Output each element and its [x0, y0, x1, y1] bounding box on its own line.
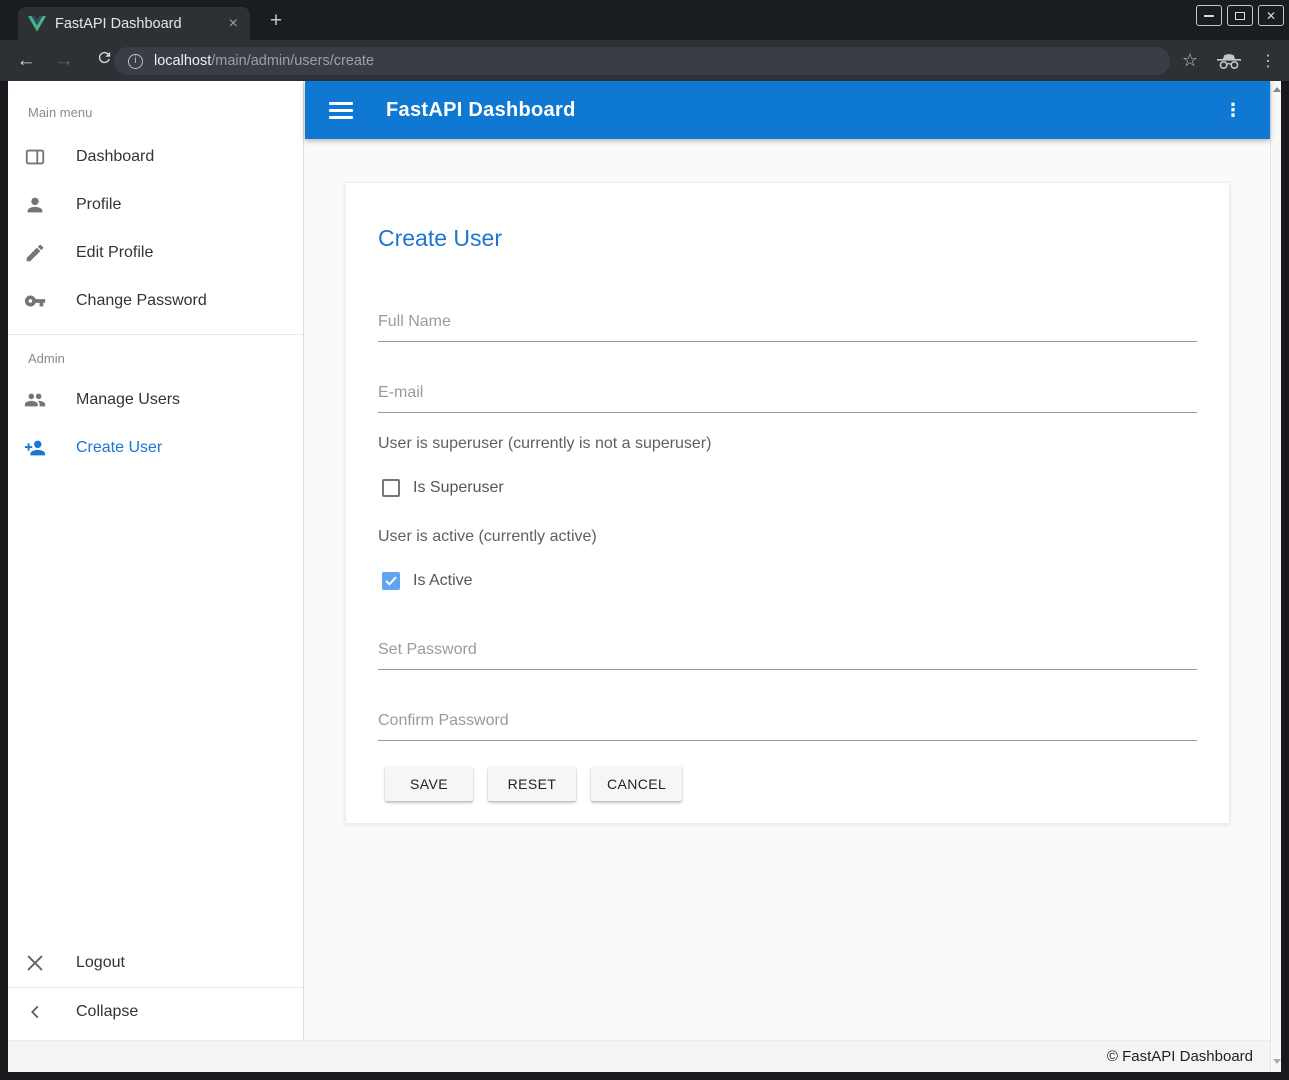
- person-add-icon: [24, 437, 46, 459]
- page-info-icon[interactable]: i: [128, 54, 143, 69]
- content-area: Create User User is superuser (currently…: [305, 139, 1270, 1040]
- sidebar-item-dashboard[interactable]: Dashboard: [8, 133, 303, 181]
- close-button[interactable]: ✕: [1258, 5, 1284, 26]
- app-footer: © FastAPI Dashboard: [8, 1040, 1270, 1072]
- url-text: localhost/main/admin/users/create: [154, 53, 374, 69]
- page-title: Create User: [378, 225, 1197, 252]
- sidebar-item-label: Change Password: [76, 292, 207, 310]
- page-viewport: Main menu Dashboard Profile Edit Profi: [8, 81, 1281, 1072]
- sidebar-section-admin: Admin: [28, 351, 303, 366]
- sidebar-item-manage-users[interactable]: Manage Users: [8, 376, 303, 424]
- minimize-icon: [1204, 15, 1214, 17]
- checkbox-label: Is Superuser: [413, 479, 504, 497]
- bookmark-icon[interactable]: ☆: [1182, 50, 1198, 71]
- sidebar-item-label: Edit Profile: [76, 244, 153, 262]
- vue-logo-icon: [28, 16, 46, 32]
- chevron-left-icon: [24, 1001, 46, 1023]
- url-host: localhost: [154, 53, 211, 69]
- sidebar-item-profile[interactable]: Profile: [8, 181, 303, 229]
- dashboard-icon: [24, 146, 46, 168]
- browser-tab-bar: FastAPI Dashboard × + ✕: [0, 0, 1289, 40]
- email-input[interactable]: [378, 384, 1197, 413]
- app-overflow-menu-icon[interactable]: ⋮: [1224, 100, 1242, 121]
- confirm-password-input[interactable]: [378, 712, 1197, 741]
- cancel-button[interactable]: CANCEL: [591, 767, 682, 801]
- reload-button[interactable]: [92, 49, 116, 72]
- email-field-wrap: [378, 384, 1197, 413]
- is-superuser-checkbox-row[interactable]: Is Superuser: [382, 479, 1197, 497]
- sidebar-item-label: Dashboard: [76, 148, 154, 166]
- form-actions: SAVE RESET CANCEL: [385, 767, 1197, 801]
- sidebar-item-label: Profile: [76, 196, 121, 214]
- sidebar-divider: [8, 334, 303, 335]
- reload-icon: [96, 49, 113, 66]
- scroll-up-icon[interactable]: [1273, 87, 1281, 92]
- new-tab-button[interactable]: +: [262, 8, 290, 36]
- superuser-hint: User is superuser (currently is not a su…: [378, 435, 1197, 453]
- toolbar-actions: ☆ ⋮: [1182, 40, 1276, 81]
- save-button[interactable]: SAVE: [385, 767, 473, 801]
- sidebar-bottom: Logout Collapse: [8, 939, 303, 1036]
- sidebar-item-label: Manage Users: [76, 391, 180, 409]
- browser-tab[interactable]: FastAPI Dashboard ×: [18, 7, 250, 40]
- main-region: FastAPI Dashboard ⋮ Create User User is …: [305, 81, 1270, 1040]
- is-superuser-checkbox[interactable]: [382, 479, 400, 497]
- logout-x-icon: [24, 952, 46, 974]
- is-active-checkbox-row[interactable]: Is Active: [382, 572, 1197, 590]
- incognito-icon: [1217, 52, 1241, 70]
- minimize-button[interactable]: [1196, 5, 1222, 26]
- checkbox-label: Is Active: [413, 572, 473, 590]
- key-icon: [24, 290, 46, 312]
- copyright-text: © FastAPI Dashboard: [1107, 1048, 1253, 1065]
- sidebar-main-group: Dashboard Profile Edit Profile Change Pa…: [8, 133, 303, 325]
- set-password-field-wrap: [378, 641, 1197, 670]
- people-icon: [24, 389, 46, 411]
- back-button[interactable]: ←: [14, 50, 38, 72]
- confirm-password-field-wrap: [378, 712, 1197, 741]
- sidebar-item-logout[interactable]: Logout: [8, 939, 303, 987]
- full-name-input[interactable]: [378, 313, 1197, 342]
- sidebar-item-label: Create User: [76, 439, 162, 457]
- tab-title: FastAPI Dashboard: [55, 16, 225, 32]
- sidebar-admin-group: Manage Users Create User: [8, 376, 303, 472]
- active-hint: User is active (currently active): [378, 528, 1197, 546]
- create-user-card: Create User User is superuser (currently…: [345, 182, 1230, 824]
- person-icon: [24, 194, 46, 216]
- sidebar-item-collapse[interactable]: Collapse: [8, 988, 303, 1036]
- check-icon: [383, 573, 399, 589]
- app-bar: FastAPI Dashboard ⋮: [305, 81, 1270, 139]
- sidebar-item-edit-profile[interactable]: Edit Profile: [8, 229, 303, 277]
- sidebar-section-main-menu: Main menu: [28, 105, 303, 120]
- app-title: FastAPI Dashboard: [386, 99, 576, 122]
- maximize-icon: [1235, 12, 1245, 20]
- sidebar-item-create-user[interactable]: Create User: [8, 424, 303, 472]
- window-controls: ✕: [1196, 5, 1284, 26]
- pencil-icon: [24, 242, 46, 264]
- reset-button[interactable]: RESET: [488, 767, 576, 801]
- browser-toolbar: ← → i localhost/main/admin/users/create …: [0, 40, 1289, 81]
- sidebar-item-label: Logout: [76, 954, 125, 972]
- forward-button[interactable]: →: [52, 50, 76, 72]
- url-path: /main/admin/users/create: [211, 53, 374, 69]
- is-active-checkbox[interactable]: [382, 572, 400, 590]
- browser-menu-icon[interactable]: ⋮: [1260, 51, 1276, 71]
- sidebar-item-change-password[interactable]: Change Password: [8, 277, 303, 325]
- sidebar-item-label: Collapse: [76, 1003, 138, 1021]
- maximize-button[interactable]: [1227, 5, 1253, 26]
- set-password-input[interactable]: [378, 641, 1197, 670]
- page-scrollbar[interactable]: [1270, 81, 1281, 1072]
- address-bar[interactable]: i localhost/main/admin/users/create: [114, 47, 1170, 75]
- sidebar: Main menu Dashboard Profile Edit Profi: [8, 81, 304, 1040]
- full-name-field-wrap: [378, 313, 1197, 342]
- hamburger-menu-icon[interactable]: [329, 102, 353, 119]
- tab-close-icon[interactable]: ×: [225, 16, 242, 32]
- scroll-down-icon[interactable]: [1273, 1059, 1281, 1064]
